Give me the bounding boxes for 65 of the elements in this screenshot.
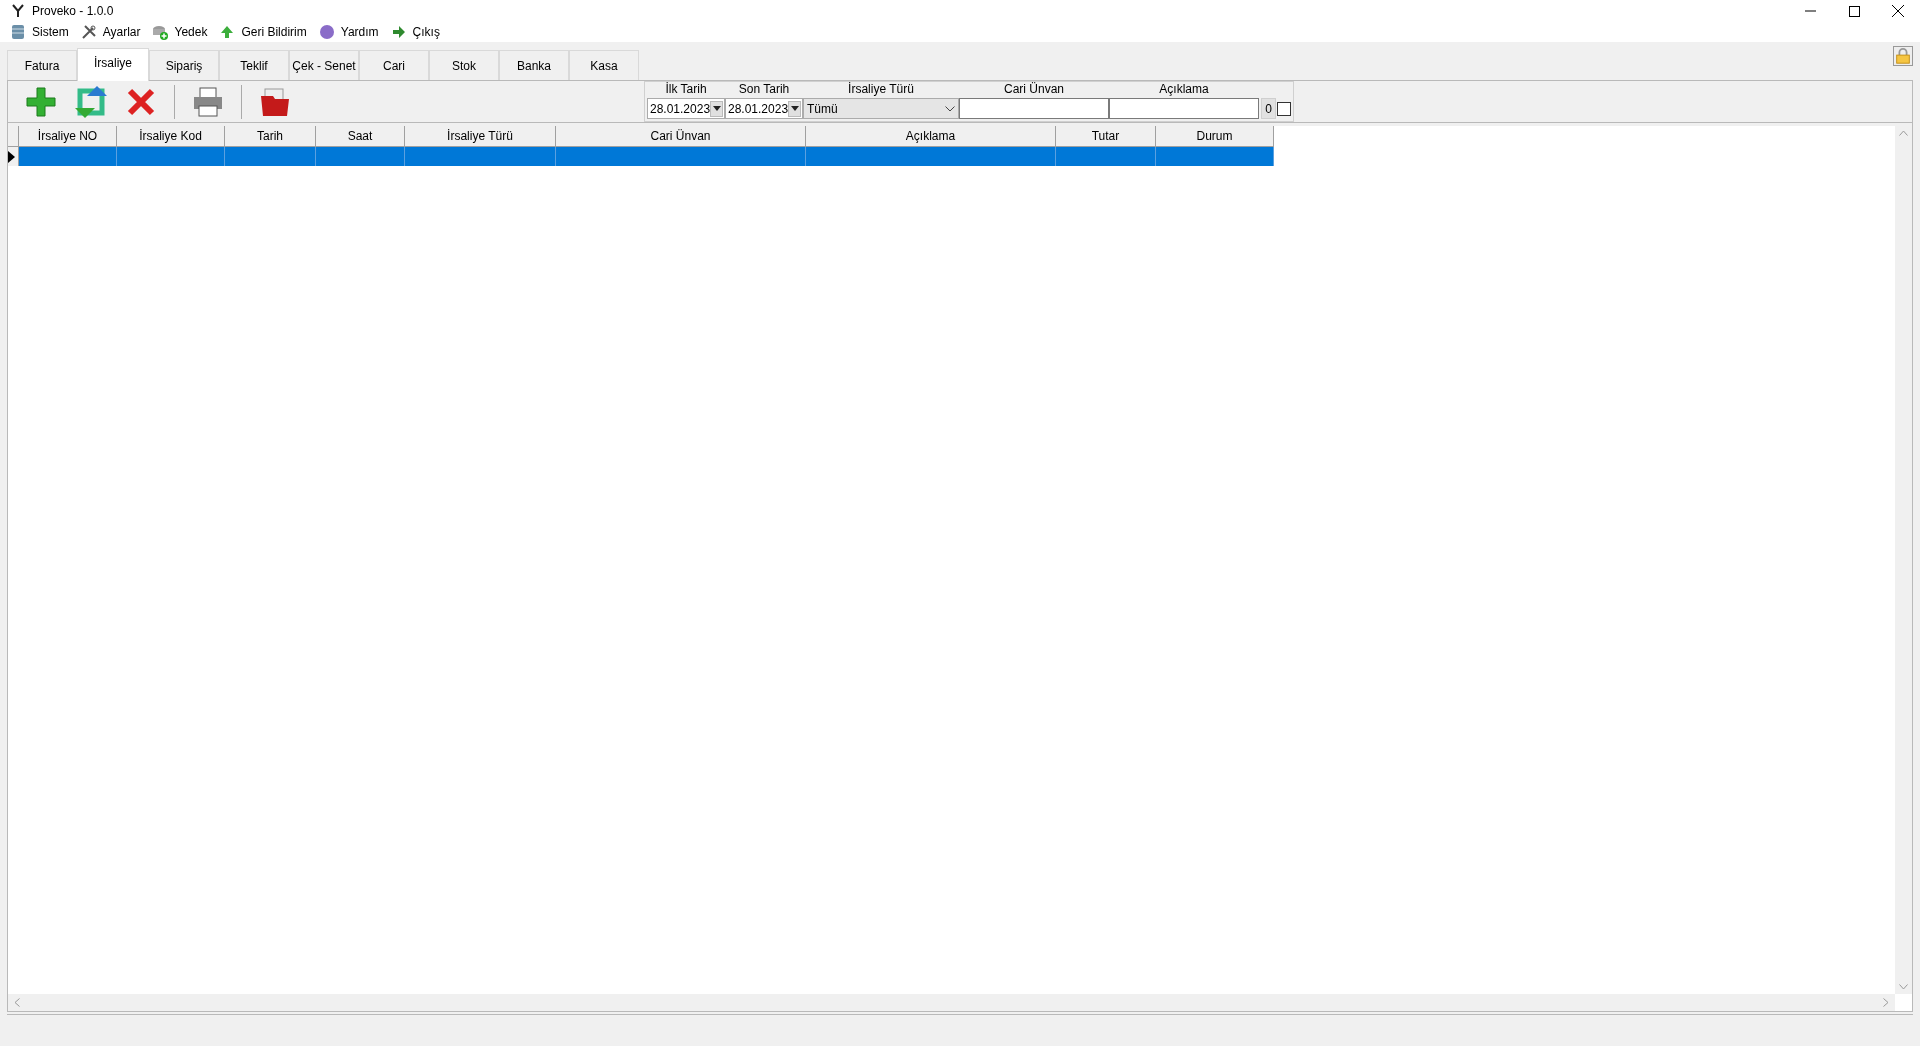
refresh-button[interactable] xyxy=(74,84,108,119)
lock-icon[interactable] xyxy=(1893,46,1913,66)
column-header[interactable]: Tarih xyxy=(225,126,316,147)
column-header[interactable]: İrsaliye Kod xyxy=(117,126,225,147)
column-header[interactable]: İrsaliye NO xyxy=(19,126,117,147)
filter-label: Cari Ünvan xyxy=(1004,81,1064,98)
column-header[interactable]: Tutar xyxy=(1056,126,1156,147)
date-picker[interactable]: 28.01.2023 xyxy=(725,98,803,119)
column-header[interactable]: İrsaliye Türü xyxy=(405,126,556,147)
tools-icon xyxy=(80,24,97,40)
vertical-scrollbar[interactable] xyxy=(1895,126,1912,994)
tab[interactable]: Banka xyxy=(499,50,569,80)
filter-label: İlk Tarih xyxy=(665,81,707,98)
filter-label: İrsaliye Türü xyxy=(848,81,914,98)
printer-icon xyxy=(192,85,224,118)
filter-label: Açıklama xyxy=(1159,81,1209,98)
column-header[interactable]: Cari Ünvan xyxy=(556,126,806,147)
right-arrow-icon xyxy=(390,24,407,40)
horizontal-scrollbar[interactable] xyxy=(8,994,1895,1011)
dropdown-arrow-icon[interactable] xyxy=(712,106,721,111)
app-logo-icon xyxy=(12,4,24,18)
database-icon xyxy=(10,24,26,40)
refresh-arrows-icon xyxy=(75,85,107,118)
plus-icon xyxy=(25,85,57,118)
column-header[interactable]: Saat xyxy=(316,126,405,147)
window-title: Proveko - 1.0.0 xyxy=(32,3,114,20)
tab[interactable]: Kasa xyxy=(569,50,639,80)
minimize-icon xyxy=(1804,10,1816,12)
text-field[interactable] xyxy=(1109,98,1259,119)
scroll-left-icon[interactable] xyxy=(14,998,20,1007)
count-label: 0 xyxy=(1261,98,1276,119)
dropdown-arrow-icon[interactable] xyxy=(790,106,799,111)
date-picker[interactable]: 28.01.2023 xyxy=(647,98,725,119)
tab[interactable]: Sipariş xyxy=(149,50,219,80)
dropdown[interactable]: Tümü xyxy=(803,98,959,119)
print-button[interactable] xyxy=(191,84,225,119)
tab[interactable]: Fatura xyxy=(7,50,77,80)
menu-item[interactable]: Ayarlar xyxy=(80,22,141,42)
maximize-icon xyxy=(1848,5,1860,17)
scroll-down-icon[interactable] xyxy=(1899,984,1908,990)
disk-plus-icon xyxy=(152,24,169,40)
help-icon xyxy=(318,24,335,40)
tab[interactable]: Cari xyxy=(359,50,429,80)
checkbox[interactable] xyxy=(1277,102,1291,116)
tab[interactable]: İrsaliye xyxy=(77,48,149,81)
menu-item[interactable]: Geri Bildirim xyxy=(219,22,307,42)
scroll-right-icon[interactable] xyxy=(1883,998,1889,1007)
up-arrow-icon xyxy=(219,24,236,40)
menu-item[interactable]: Sistem xyxy=(10,22,69,42)
column-header[interactable]: Açıklama xyxy=(806,126,1056,147)
tab[interactable]: Çek - Senet xyxy=(289,50,359,80)
scroll-up-icon[interactable] xyxy=(1899,130,1908,136)
text-field[interactable] xyxy=(959,98,1109,119)
add-button[interactable] xyxy=(24,84,58,119)
close-icon xyxy=(1892,5,1904,17)
row-pointer-icon xyxy=(8,150,15,163)
tab[interactable]: Stok xyxy=(429,50,499,80)
menu-item[interactable]: Yardım xyxy=(318,22,379,42)
menu-item[interactable]: Çıkış xyxy=(390,22,440,42)
column-header[interactable]: Durum xyxy=(1156,126,1274,147)
menu-item[interactable]: Yedek xyxy=(152,22,208,42)
chevron-down-icon xyxy=(945,105,955,112)
tab[interactable]: Teklif xyxy=(219,50,289,80)
filter-label: Son Tarih xyxy=(738,81,790,98)
folder-icon xyxy=(259,85,291,118)
